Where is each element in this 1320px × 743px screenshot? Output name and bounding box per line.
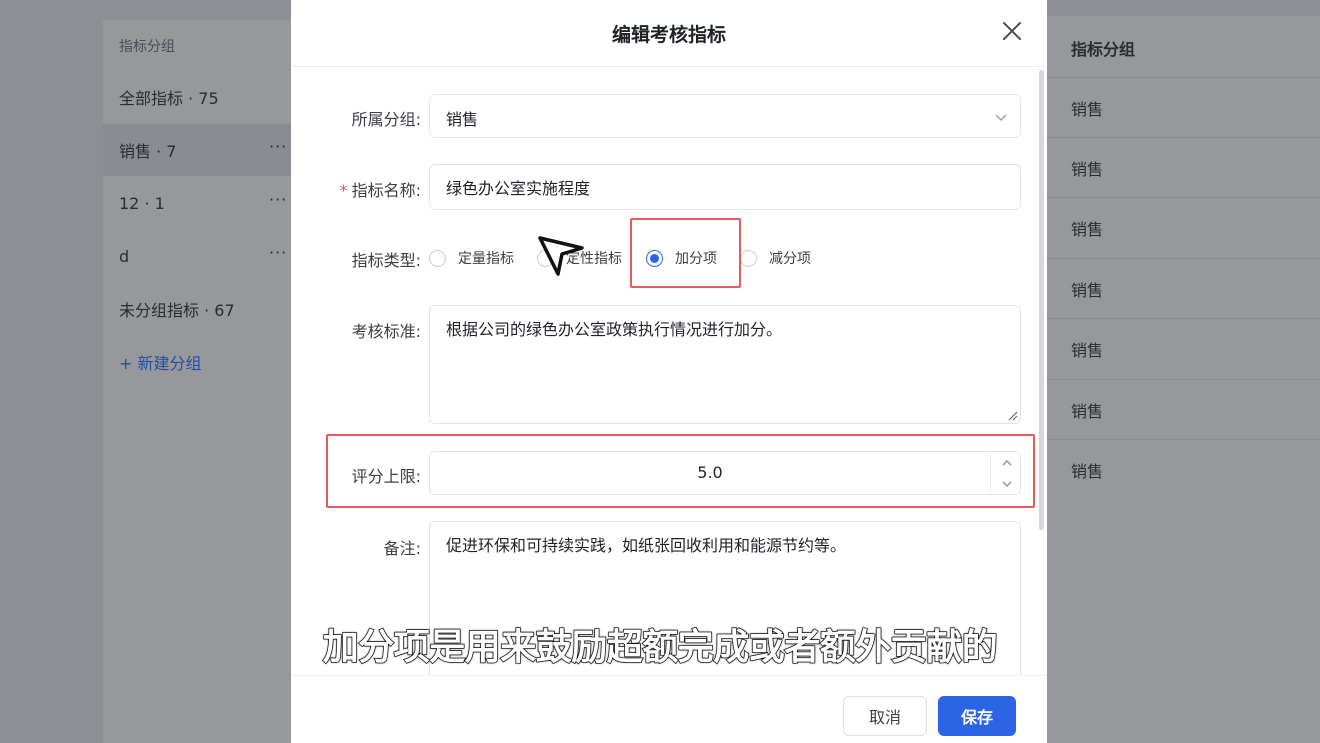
sidebar-group-sales[interactable]: 销售 · 7 ··· <box>103 124 303 176</box>
table-row[interactable]: 销售 <box>1047 77 1320 137</box>
sidebar-group-label: d <box>119 246 130 266</box>
more-icon[interactable]: ··· <box>269 243 287 262</box>
sidebar-group-label: 销售 · 7 <box>119 142 177 161</box>
video-subtitle: 加分项是用来鼓励超额完成或者额外贡献的 <box>322 626 999 669</box>
table-cell: 销售 <box>1071 461 1104 481</box>
table-row[interactable]: 销售 <box>1047 137 1320 197</box>
name-label-text: 指标名称: <box>351 181 421 200</box>
dialog-scrollbar[interactable] <box>1039 70 1044 530</box>
sidebar-header: 指标分组 <box>119 39 175 55</box>
table-row[interactable]: 销售 <box>1047 197 1320 257</box>
sidebar-group-label: 未分组指标 · 67 <box>119 301 235 320</box>
new-group-link[interactable]: + 新建分组 <box>119 350 202 374</box>
radio-label: 减分项 <box>769 251 811 267</box>
table-row[interactable]: 销售 <box>1047 318 1320 378</box>
more-icon[interactable]: ··· <box>269 137 287 156</box>
radio-label: 定量指标 <box>458 251 514 267</box>
save-button[interactable]: 保存 <box>938 696 1016 736</box>
table-row[interactable]: 销售 <box>1047 258 1320 318</box>
name-label: * 指标名称: <box>291 177 421 201</box>
required-mark: * <box>339 181 348 200</box>
table-cell: 销售 <box>1071 99 1104 119</box>
dialog-title: 编辑考核指标 <box>611 24 726 46</box>
table-cell: 销售 <box>1071 401 1104 421</box>
close-icon[interactable] <box>999 18 1025 44</box>
radio-bonus[interactable]: 加分项 <box>646 248 717 268</box>
radio-checked-icon <box>646 249 663 267</box>
quantity-stepper <box>990 452 1021 494</box>
table-cell: 销售 <box>1071 219 1104 239</box>
sidebar-group-d[interactable]: d ··· <box>103 230 303 282</box>
sidebar-group-12[interactable]: 12 · 1 ··· <box>103 177 303 229</box>
chevron-up-icon <box>1002 459 1011 465</box>
criteria-textarea[interactable]: 根据公司的绿色办公室政策执行情况进行加分。 <box>429 305 1021 424</box>
max-score-value: 5.0 <box>697 463 723 482</box>
max-score-input[interactable]: 5.0 <box>429 451 1021 495</box>
radio-circle-icon <box>740 249 757 267</box>
group-select-value: 销售 <box>446 110 479 129</box>
group-select[interactable]: 销售 <box>429 94 1021 138</box>
table-cell: 销售 <box>1071 159 1104 179</box>
more-icon[interactable]: ··· <box>269 190 287 209</box>
table-cell: 销售 <box>1071 340 1104 360</box>
type-label: 指标类型: <box>351 251 421 270</box>
sidebar-group-label: 全部指标 · 75 <box>119 89 219 108</box>
radio-qualitative[interactable]: 定性指标 <box>537 248 622 268</box>
sidebar-group-all[interactable]: 全部指标 · 75 <box>103 71 303 123</box>
sidebar-group-label: 12 · 1 <box>119 193 165 213</box>
radio-quantitative[interactable]: 定量指标 <box>429 248 514 268</box>
column-header-group: 指标分组 <box>1071 40 1136 59</box>
sidebar-group-ungrouped[interactable]: 未分组指标 · 67 <box>103 283 303 335</box>
radio-circle-icon <box>537 249 554 267</box>
name-input[interactable] <box>429 164 1021 210</box>
radio-label: 加分项 <box>675 251 717 267</box>
table-cell: 销售 <box>1071 280 1104 300</box>
group-label: 所属分组: <box>351 110 421 129</box>
resize-handle-icon[interactable] <box>1006 409 1018 421</box>
table-row[interactable]: 销售 <box>1047 439 1320 499</box>
radio-label: 定性指标 <box>566 251 622 267</box>
chevron-down-icon <box>1002 481 1011 487</box>
criteria-label: 考核标准: <box>351 322 421 341</box>
chevron-down-icon <box>995 114 1007 122</box>
dialog-header: 编辑考核指标 <box>291 0 1047 67</box>
table-row[interactable]: 销售 <box>1047 379 1320 439</box>
cancel-button[interactable]: 取消 <box>843 696 927 736</box>
radio-circle-icon <box>429 249 446 267</box>
radio-deduction[interactable]: 减分项 <box>740 248 811 268</box>
increment-button[interactable] <box>991 452 1022 473</box>
max-score-label: 评分上限: <box>351 467 421 486</box>
dialog-footer: 取消 保存 <box>291 675 1047 743</box>
decrement-button[interactable] <box>991 473 1022 494</box>
remark-label: 备注: <box>383 539 421 558</box>
